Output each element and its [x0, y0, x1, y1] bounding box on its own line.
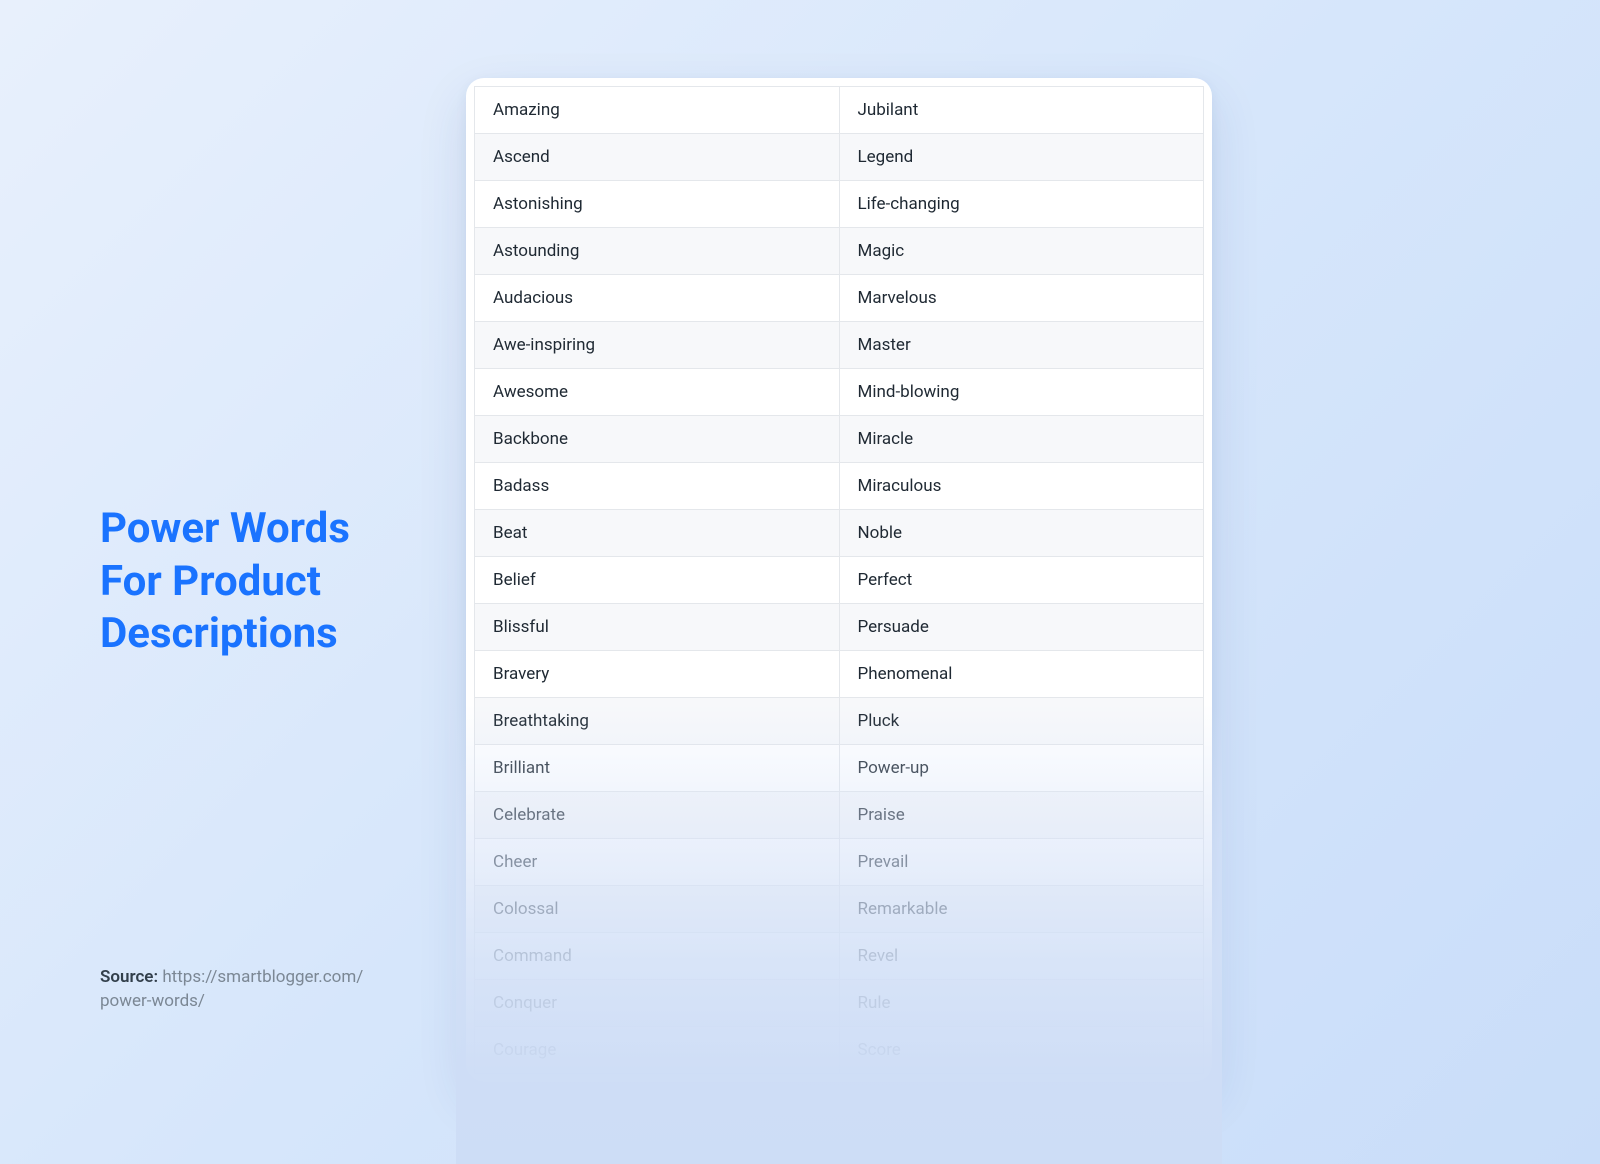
word-cell-left: Awesome: [475, 369, 840, 416]
table-row: CheerPrevail: [475, 839, 1204, 886]
word-cell-left: Amazing: [475, 87, 840, 134]
word-cell-left: Command: [475, 933, 840, 980]
word-cell-right: Rule: [839, 980, 1204, 1027]
word-cell-right: Master: [839, 322, 1204, 369]
word-cell-right: Legend: [839, 134, 1204, 181]
word-cell-right: Magic: [839, 228, 1204, 275]
table-row: BreathtakingPluck: [475, 698, 1204, 745]
source-url-line-2: power-words/: [100, 991, 205, 1011]
word-cell-left: Brilliant: [475, 745, 840, 792]
table-row: AstonishingLife-changing: [475, 181, 1204, 228]
word-cell-left: Celebrate: [475, 792, 840, 839]
table-row: BraveryPhenomenal: [475, 651, 1204, 698]
word-cell-left: Bravery: [475, 651, 840, 698]
words-table: AmazingJubilantAscendLegendAstonishingLi…: [474, 86, 1204, 1074]
table-row: AscendLegend: [475, 134, 1204, 181]
word-cell-left: Astonishing: [475, 181, 840, 228]
table-row: BackboneMiracle: [475, 416, 1204, 463]
word-cell-left: Backbone: [475, 416, 840, 463]
word-cell-right: Mind-blowing: [839, 369, 1204, 416]
table-row: CourageScore: [475, 1027, 1204, 1074]
table-row: BeatNoble: [475, 510, 1204, 557]
table-row: BeliefPerfect: [475, 557, 1204, 604]
word-cell-right: Praise: [839, 792, 1204, 839]
table-row: CommandRevel: [475, 933, 1204, 980]
word-cell-right: Score: [839, 1027, 1204, 1074]
word-cell-right: Noble: [839, 510, 1204, 557]
source-label: Source:: [100, 967, 158, 987]
title-line-2: For Product: [100, 557, 321, 606]
page-title: Power Words For Product Descriptions: [100, 503, 430, 661]
word-cell-right: Power-up: [839, 745, 1204, 792]
word-cell-left: Breathtaking: [475, 698, 840, 745]
table-row: AstoundingMagic: [475, 228, 1204, 275]
word-cell-right: Miraculous: [839, 463, 1204, 510]
word-cell-left: Ascend: [475, 134, 840, 181]
word-cell-left: Astounding: [475, 228, 840, 275]
table-row: CelebratePraise: [475, 792, 1204, 839]
word-cell-left: Belief: [475, 557, 840, 604]
table-row: Awe-inspiringMaster: [475, 322, 1204, 369]
table-row: AmazingJubilant: [475, 87, 1204, 134]
word-cell-right: Remarkable: [839, 886, 1204, 933]
word-cell-right: Marvelous: [839, 275, 1204, 322]
word-cell-left: Conquer: [475, 980, 840, 1027]
table-row: AudaciousMarvelous: [475, 275, 1204, 322]
word-cell-right: Revel: [839, 933, 1204, 980]
table-row: ConquerRule: [475, 980, 1204, 1027]
word-cell-right: Phenomenal: [839, 651, 1204, 698]
word-cell-left: Colossal: [475, 886, 840, 933]
title-line-3: Descriptions: [100, 609, 338, 658]
table-row: BlissfulPersuade: [475, 604, 1204, 651]
word-cell-left: Badass: [475, 463, 840, 510]
table-row: ColossalRemarkable: [475, 886, 1204, 933]
table-row: AwesomeMind-blowing: [475, 369, 1204, 416]
word-cell-right: Jubilant: [839, 87, 1204, 134]
word-cell-left: Audacious: [475, 275, 840, 322]
word-cell-left: Blissful: [475, 604, 840, 651]
table-row: BrilliantPower-up: [475, 745, 1204, 792]
word-cell-right: Miracle: [839, 416, 1204, 463]
word-cell-right: Persuade: [839, 604, 1204, 651]
word-cell-left: Cheer: [475, 839, 840, 886]
title-line-1: Power Words: [100, 504, 350, 553]
word-cell-left: Courage: [475, 1027, 840, 1074]
word-cell-left: Beat: [475, 510, 840, 557]
words-card: AmazingJubilantAscendLegendAstonishingLi…: [466, 78, 1212, 1082]
word-cell-right: Pluck: [839, 698, 1204, 745]
table-row: BadassMiraculous: [475, 463, 1204, 510]
word-cell-right: Prevail: [839, 839, 1204, 886]
word-cell-left: Awe-inspiring: [475, 322, 840, 369]
source-attribution: Source: https://smartblogger.com/ power-…: [100, 965, 363, 1014]
source-url-line-1: https://smartblogger.com/: [162, 967, 363, 987]
word-cell-right: Perfect: [839, 557, 1204, 604]
word-cell-right: Life-changing: [839, 181, 1204, 228]
